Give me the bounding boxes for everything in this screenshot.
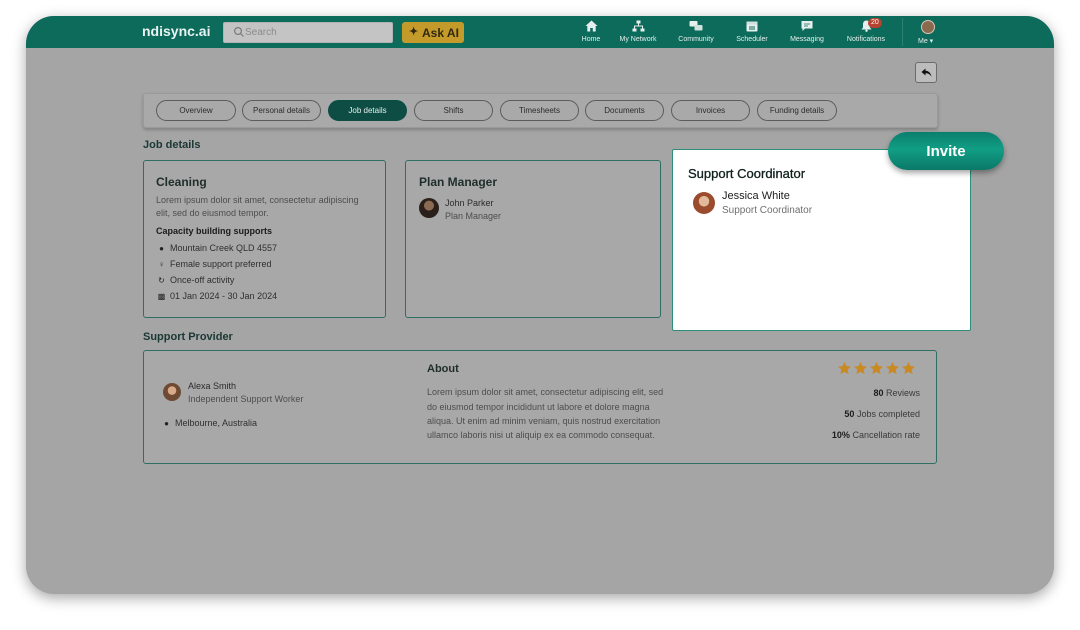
female-icon: ♀ — [158, 259, 165, 269]
cleaning-card: Cleaning Lorem ipsum dolor sit amet, con… — [143, 160, 386, 318]
reviews-stat: 80 Reviews — [873, 388, 920, 398]
search-placeholder: Search — [245, 27, 277, 38]
nav-messaging-label: Messaging — [790, 36, 824, 43]
reply-arrow-icon — [921, 68, 931, 77]
calendar-small-icon: ▩ — [157, 291, 166, 301]
tab-funding-details[interactable]: Funding details — [757, 100, 837, 121]
back-button[interactable] — [915, 62, 937, 83]
reviews-count: 80 — [873, 388, 884, 398]
tab-overview[interactable]: Overview — [156, 100, 236, 121]
job-location-row: ● Mountain Creek QLD 4557 — [156, 243, 277, 253]
frequency: Once-off activity — [170, 275, 235, 285]
tab-timesheets[interactable]: Timesheets — [500, 100, 579, 121]
tab-documents[interactable]: Documents — [585, 100, 664, 121]
support-coordinator-name[interactable]: Jessica White — [722, 190, 790, 202]
star-icon — [854, 361, 867, 375]
nav-scheduler[interactable]: Scheduler — [733, 19, 771, 45]
provider-location: Melbourne, Australia — [175, 418, 258, 428]
magic-wand-icon: ✦ — [409, 26, 419, 38]
location-pin-icon: ● — [159, 243, 164, 253]
search-input[interactable]: Search — [223, 22, 393, 43]
plan-manager-title: Plan Manager — [419, 175, 498, 189]
tab-invoices[interactable]: Invoices — [671, 100, 750, 121]
nav-my-network-label: My Network — [619, 36, 657, 43]
job-location: Mountain Creek QLD 4557 — [170, 243, 278, 253]
about-line-3: aliqua. Ut enim ad minim veniam, quis no… — [427, 416, 661, 426]
nav-notifications-label: Notifications — [846, 36, 886, 43]
notification-count-badge: 20 — [868, 18, 882, 28]
job-details-heading: Job details — [143, 139, 201, 151]
support-provider-heading: Support Provider — [143, 331, 233, 343]
tab-shifts[interactable]: Shifts — [414, 100, 493, 121]
star-icon — [838, 361, 851, 375]
star-icon — [902, 361, 915, 375]
cancellation-rate: 10% — [831, 430, 850, 440]
me-menu[interactable]: Me ▾ — [918, 37, 933, 45]
community-icon — [689, 20, 703, 30]
plan-manager-name[interactable]: John Parker — [445, 198, 494, 208]
frequency-row: ↻ Once-off activity — [156, 275, 234, 285]
star-icon — [886, 361, 899, 375]
calendar-icon — [746, 21, 758, 31]
nav-community-label: Community — [678, 36, 714, 43]
about-line-2: do eiusmod tempor incididunt ut labore e… — [427, 402, 650, 412]
search-icon — [233, 26, 244, 37]
cancellation-label: Cancellation rate — [852, 430, 920, 440]
support-provider-role: Independent Support Worker — [188, 394, 304, 404]
date-range-row: ▩ 01 Jan 2024 - 30 Jan 2024 — [156, 291, 277, 301]
nav-scheduler-label: Scheduler — [736, 36, 768, 43]
gender-preference-row: ♀ Female support preferred — [156, 259, 272, 269]
reviews-label: Reviews — [885, 388, 920, 398]
home-icon — [585, 20, 597, 31]
date-range: 01 Jan 2024 - 30 Jan 2024 — [170, 291, 278, 301]
support-coordinator-card: Support Coordinator Jessica White Suppor… — [672, 149, 971, 331]
brand-logo[interactable]: ndisync.ai — [142, 23, 210, 39]
support-coordinator-role: Support Coordinator — [722, 205, 813, 216]
star-icon — [870, 361, 883, 375]
plan-manager-avatar[interactable] — [419, 198, 439, 218]
nav-home[interactable]: Home — [576, 19, 606, 45]
support-provider-name[interactable]: Alexa Smith — [188, 381, 236, 391]
plan-manager-role: Plan Manager — [445, 211, 502, 221]
nav-home-label: Home — [581, 36, 601, 43]
support-provider-card: Alexa Smith Independent Support Worker ●… — [143, 350, 937, 464]
support-coordinator-avatar[interactable] — [693, 192, 715, 214]
tab-job-details[interactable]: Job details — [328, 100, 407, 121]
user-avatar[interactable] — [921, 20, 935, 34]
jobs-stat: 50 Jobs completed — [844, 409, 920, 419]
plan-manager-card: Plan Manager John Parker Plan Manager — [405, 160, 661, 318]
nav-notifications[interactable]: 20 Notifications — [842, 18, 890, 45]
tab-bar: Overview Personal details Job details Sh… — [143, 93, 938, 128]
gender-preference: Female support preferred — [170, 259, 272, 269]
rating-stars — [837, 361, 916, 376]
jobs-label: Jobs completed — [856, 409, 920, 419]
cleaning-description-line-2: elit, sed do eiusmod tempor. — [156, 208, 269, 218]
support-provider-avatar[interactable] — [163, 383, 181, 401]
location-pin-icon: ● — [164, 418, 169, 428]
about-title: About — [427, 363, 459, 375]
top-navigation-bar: ndisync.ai Search ✦ Ask AI Home My Netwo… — [26, 16, 1054, 48]
nav-divider — [902, 18, 903, 46]
invite-button[interactable]: Invite — [888, 132, 1004, 170]
nav-my-network[interactable]: My Network — [616, 19, 660, 45]
network-icon — [632, 20, 644, 31]
nav-community[interactable]: Community — [674, 19, 718, 45]
jobs-count: 50 — [844, 409, 855, 419]
support-category: Capacity building supports — [156, 226, 273, 236]
ask-ai-label: Ask AI — [422, 26, 459, 40]
cleaning-description-line-1: Lorem ipsum dolor sit amet, consectetur … — [156, 195, 359, 205]
support-coordinator-title: Support Coordinator — [688, 166, 806, 181]
repeat-icon: ↻ — [158, 275, 165, 285]
about-line-1: Lorem ipsum dolor sit amet, consectetur … — [427, 387, 664, 397]
tab-personal-details[interactable]: Personal details — [242, 100, 321, 121]
provider-location-row: ● Melbourne, Australia — [161, 418, 257, 428]
ask-ai-button[interactable]: ✦ Ask AI — [402, 22, 464, 43]
app-window: ndisync.ai Search ✦ Ask AI Home My Netwo… — [26, 16, 1054, 594]
message-icon — [801, 20, 813, 31]
cleaning-title: Cleaning — [156, 175, 207, 189]
cancellation-stat: 10% Cancellation rate — [832, 430, 920, 440]
nav-messaging[interactable]: Messaging — [786, 19, 828, 45]
about-line-4: ullamco laboris nisi ut aliquip ex ea co… — [427, 430, 655, 440]
